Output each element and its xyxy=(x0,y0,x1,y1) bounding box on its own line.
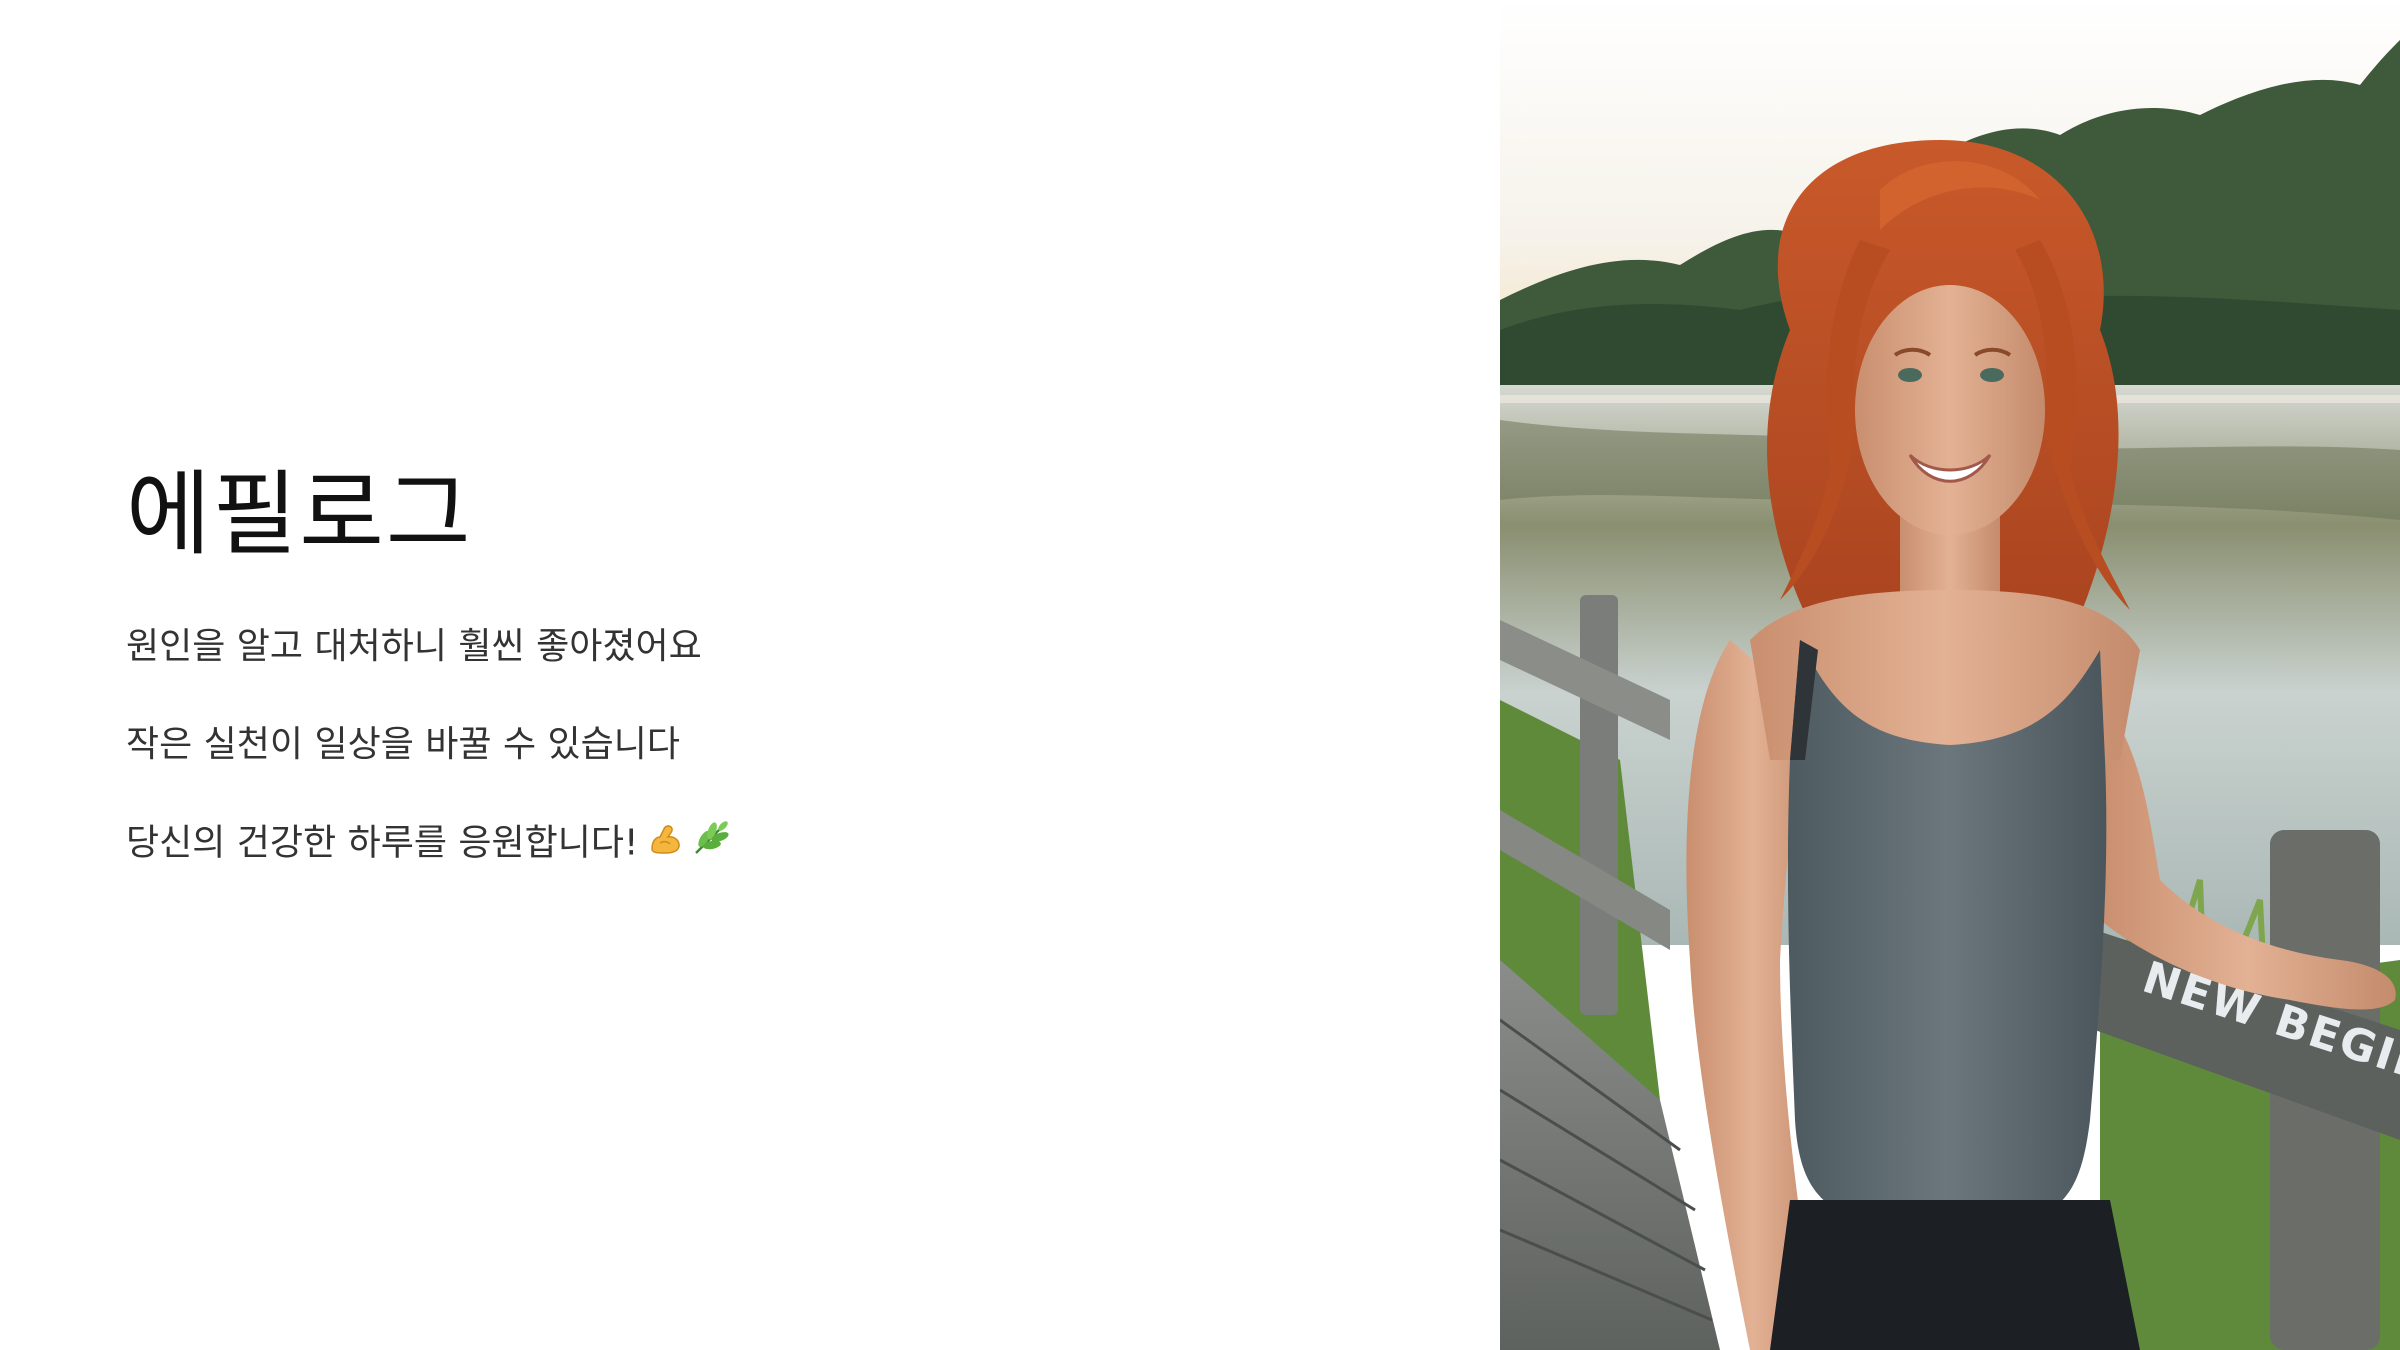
hero-photo: NEW BEGINNING xyxy=(1500,0,2400,1350)
herb-leaf-icon xyxy=(692,819,732,870)
text-column: 에필로그 원인을 알고 대처하니 훨씬 좋아졌어요 작은 실천이 일상을 바꿀 … xyxy=(126,455,1326,920)
slide-title: 에필로그 xyxy=(126,461,473,568)
body-lines: 원인을 알고 대처하니 훨씬 좋아졌어요 작은 실천이 일상을 바꿀 수 있습니… xyxy=(126,623,1326,870)
body-line-2: 작은 실천이 일상을 바꿀 수 있습니다 xyxy=(126,724,681,765)
slide: 에필로그 원인을 알고 대처하니 훨씬 좋아졌어요 작은 실천이 일상을 바꿀 … xyxy=(0,0,2400,1350)
body-line-1: 원인을 알고 대처하니 훨씬 좋아졌어요 xyxy=(126,626,702,667)
flexed-biceps-icon xyxy=(646,819,684,870)
body-line-3: 당신의 건강한 하루를 응원합니다! xyxy=(126,819,1326,870)
body-line-3-text: 당신의 건강한 하루를 응원합니다! xyxy=(126,822,639,864)
